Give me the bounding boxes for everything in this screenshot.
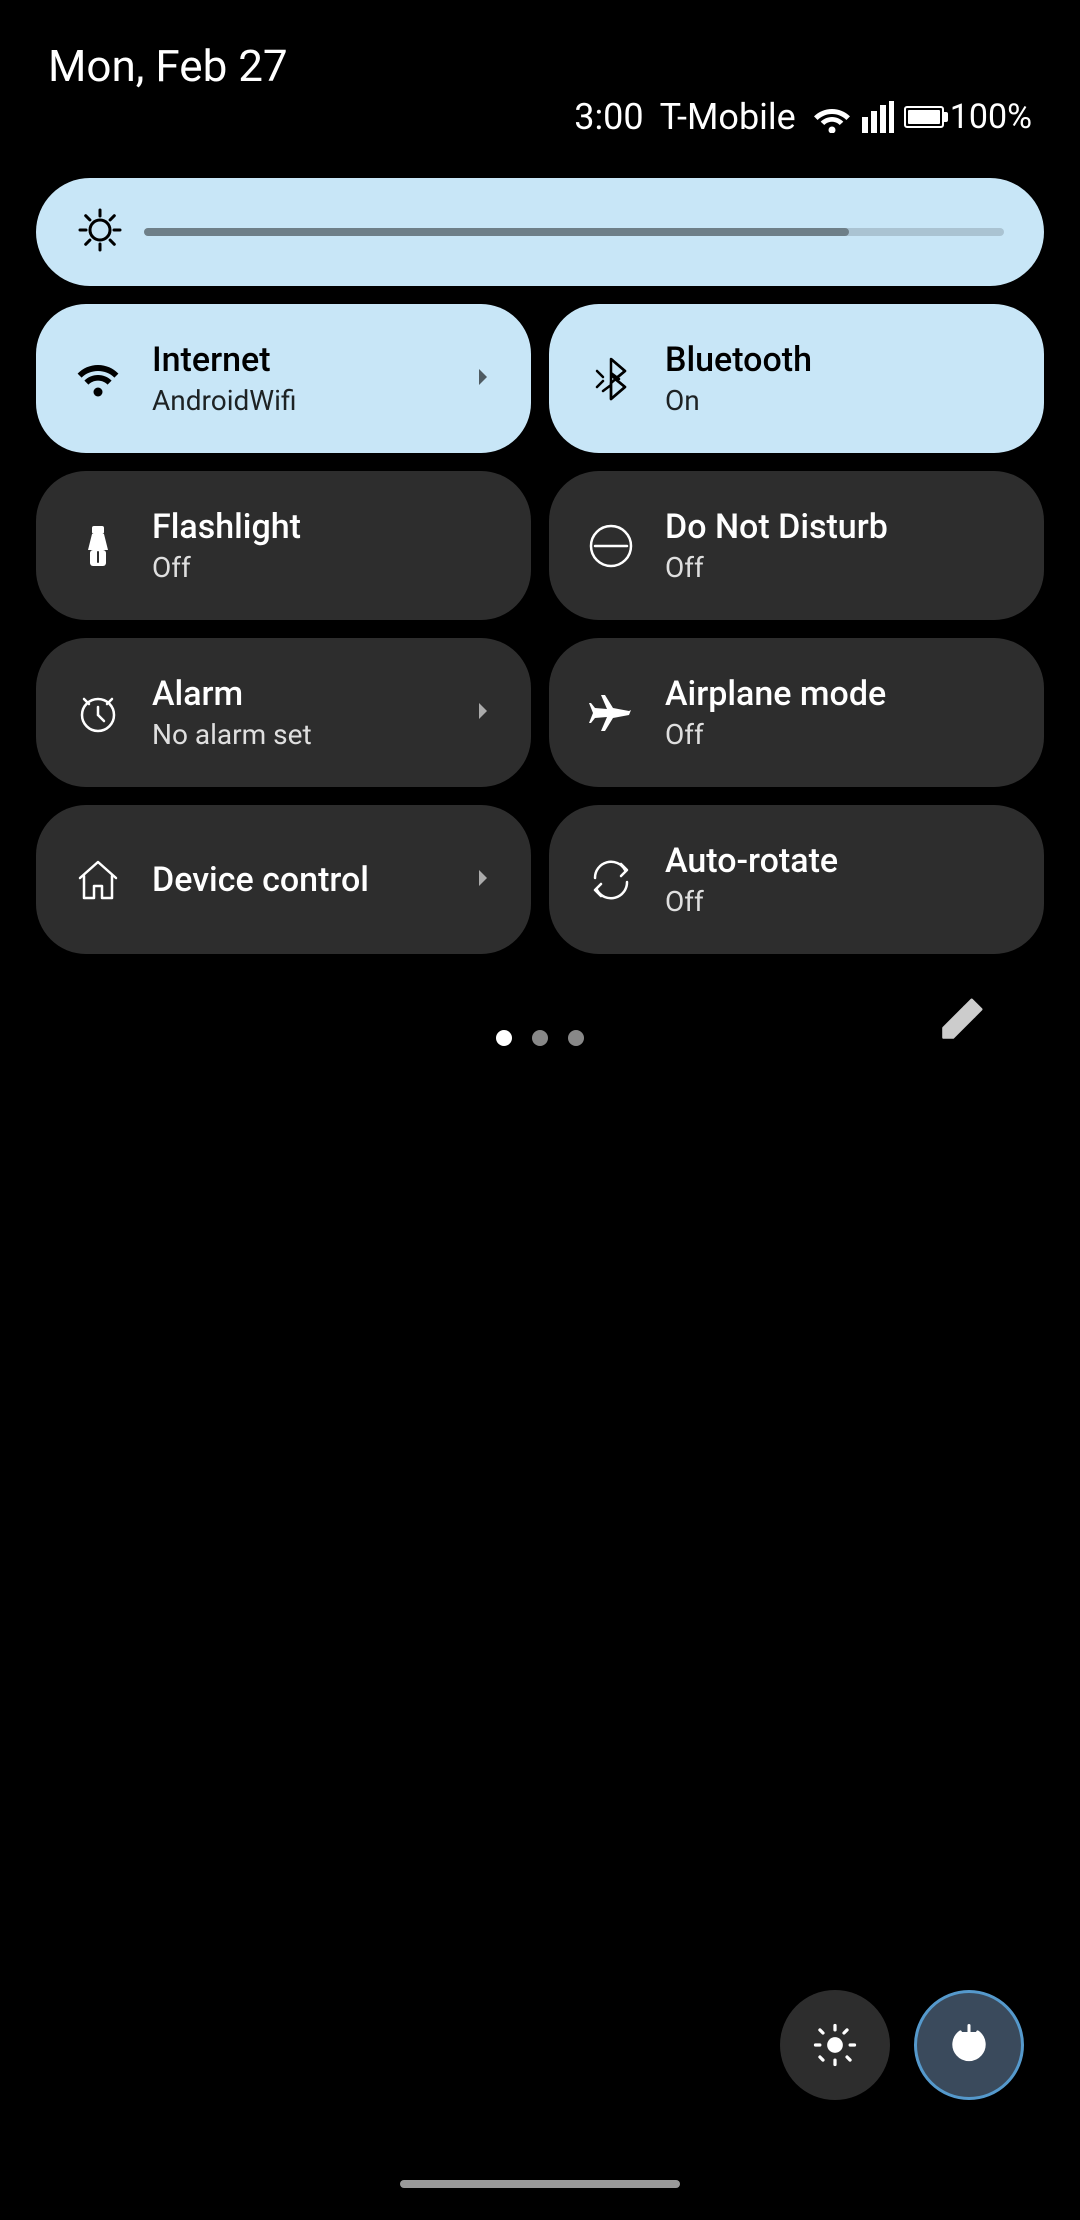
- dnd-label: Do Not Disturb: [665, 507, 1008, 547]
- bottom-buttons: [780, 1990, 1024, 2100]
- flashlight-label: Flashlight: [152, 507, 495, 547]
- auto-rotate-tile-text: Auto-rotate Off: [665, 841, 1008, 918]
- bluetooth-tile-icon: [585, 353, 637, 405]
- brightness-row[interactable]: [36, 178, 1044, 286]
- device-control-arrow: [467, 862, 499, 898]
- flashlight-tile[interactable]: Flashlight Off: [36, 471, 531, 620]
- device-control-label: Device control: [152, 860, 495, 900]
- nav-bar: [400, 2180, 680, 2188]
- edit-pencil-button[interactable]: [932, 993, 988, 1053]
- bluetooth-sublabel: On: [665, 384, 1008, 417]
- page-indicators: [496, 1030, 584, 1046]
- airplane-tile-text: Airplane mode Off: [665, 674, 1008, 751]
- flashlight-tile-icon: [72, 520, 124, 572]
- power-button[interactable]: [914, 1990, 1024, 2100]
- quick-settings-panel: Internet AndroidWifi Bluetooth On: [0, 158, 1080, 1066]
- brightness-icon: [76, 206, 124, 258]
- internet-tile[interactable]: Internet AndroidWifi: [36, 304, 531, 453]
- status-right: 3:00 T-Mobile 100%: [574, 40, 1032, 138]
- device-control-tile-text: Device control: [152, 860, 495, 900]
- page-dot-3[interactable]: [568, 1030, 584, 1046]
- brightness-slider[interactable]: [144, 228, 1004, 236]
- alarm-sublabel: No alarm set: [152, 718, 495, 751]
- dnd-tile-icon: [585, 520, 637, 572]
- status-icons: 100%: [812, 97, 1032, 137]
- airplane-label: Airplane mode: [665, 674, 1008, 714]
- wifi-tile-icon: [72, 353, 124, 405]
- signal-icon: [862, 101, 894, 133]
- quick-settings-grid: Internet AndroidWifi Bluetooth On: [36, 304, 1044, 954]
- alarm-tile-icon: [72, 687, 124, 739]
- auto-rotate-label: Auto-rotate: [665, 841, 1008, 881]
- bluetooth-label: Bluetooth: [665, 340, 1008, 380]
- alarm-tile[interactable]: Alarm No alarm set: [36, 638, 531, 787]
- flashlight-tile-text: Flashlight Off: [152, 507, 495, 584]
- bluetooth-tile[interactable]: Bluetooth On: [549, 304, 1044, 453]
- battery-indicator: 100%: [904, 97, 1032, 137]
- dnd-tile-text: Do Not Disturb Off: [665, 507, 1008, 584]
- wifi-status-icon: [812, 101, 852, 133]
- dnd-sublabel: Off: [665, 551, 1008, 584]
- airplane-sublabel: Off: [665, 718, 1008, 751]
- internet-arrow: [467, 361, 499, 397]
- page-dot-1[interactable]: [496, 1030, 512, 1046]
- alarm-arrow: [467, 695, 499, 731]
- rotate-tile-icon: [585, 854, 637, 906]
- alarm-tile-text: Alarm No alarm set: [152, 674, 495, 751]
- brightness-fill: [144, 228, 849, 236]
- home-tile-icon: [72, 854, 124, 906]
- battery-fill: [908, 110, 940, 124]
- date-display: Mon, Feb 27: [48, 40, 288, 92]
- auto-rotate-sublabel: Off: [665, 885, 1008, 918]
- status-bar: Mon, Feb 27 3:00 T-Mobile 10: [0, 0, 1080, 158]
- internet-tile-text: Internet AndroidWifi: [152, 340, 495, 417]
- settings-button[interactable]: [780, 1990, 890, 2100]
- dnd-tile[interactable]: Do Not Disturb Off: [549, 471, 1044, 620]
- device-control-tile[interactable]: Device control: [36, 805, 531, 954]
- page-dot-2[interactable]: [532, 1030, 548, 1046]
- airplane-tile-icon: [585, 687, 637, 739]
- airplane-tile[interactable]: Airplane mode Off: [549, 638, 1044, 787]
- battery-percentage: 100%: [950, 97, 1032, 137]
- auto-rotate-tile[interactable]: Auto-rotate Off: [549, 805, 1044, 954]
- internet-label: Internet: [152, 340, 495, 380]
- alarm-label: Alarm: [152, 674, 495, 714]
- page-indicator-row: [36, 1000, 1044, 1046]
- bluetooth-tile-text: Bluetooth On: [665, 340, 1008, 417]
- internet-sublabel: AndroidWifi: [152, 384, 495, 417]
- battery-body: [904, 106, 944, 128]
- time-display: 3:00: [574, 96, 643, 138]
- flashlight-sublabel: Off: [152, 551, 495, 584]
- carrier-display: T-Mobile: [660, 96, 796, 138]
